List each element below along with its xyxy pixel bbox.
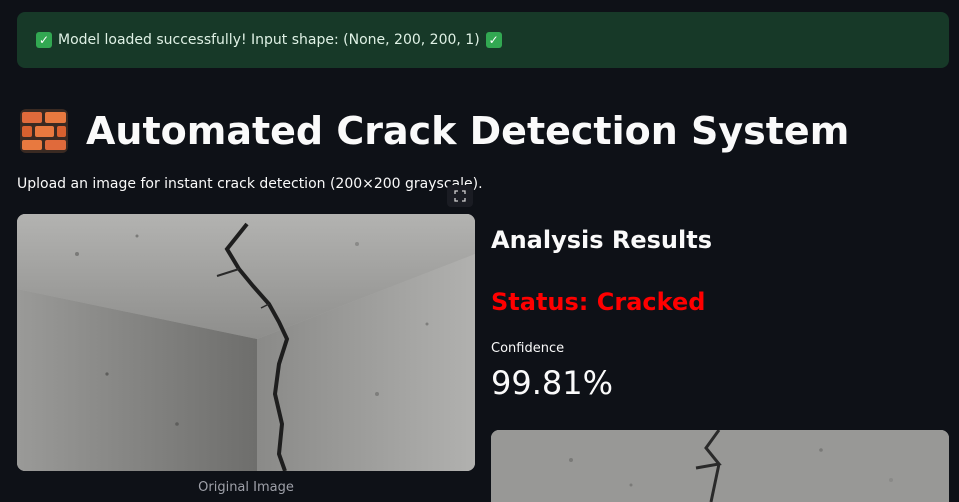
page-title: Automated Crack Detection System xyxy=(20,104,849,158)
status-text: Status: Cracked xyxy=(491,288,706,316)
fullscreen-button[interactable] xyxy=(447,185,473,207)
success-alert-text: Model loaded successfully! Input shape: … xyxy=(58,32,480,48)
original-image xyxy=(17,214,475,471)
brick-icon xyxy=(20,109,68,153)
confidence-label: Confidence xyxy=(491,341,565,356)
success-alert: ✓ Model loaded successfully! Input shape… xyxy=(17,12,949,68)
check-mark-icon: ✓ xyxy=(485,32,502,48)
results-heading: Analysis Results xyxy=(491,226,712,254)
expand-icon xyxy=(454,190,466,202)
processed-image xyxy=(491,430,949,502)
original-image-caption: Original Image xyxy=(198,480,294,495)
page-title-text: Automated Crack Detection System xyxy=(86,109,850,153)
upload-instructions: Upload an image for instant crack detect… xyxy=(17,176,483,192)
app-page: ✓ Model loaded successfully! Input shape… xyxy=(0,0,959,502)
check-mark-icon: ✓ xyxy=(36,32,52,48)
confidence-value: 99.81% xyxy=(491,364,614,402)
